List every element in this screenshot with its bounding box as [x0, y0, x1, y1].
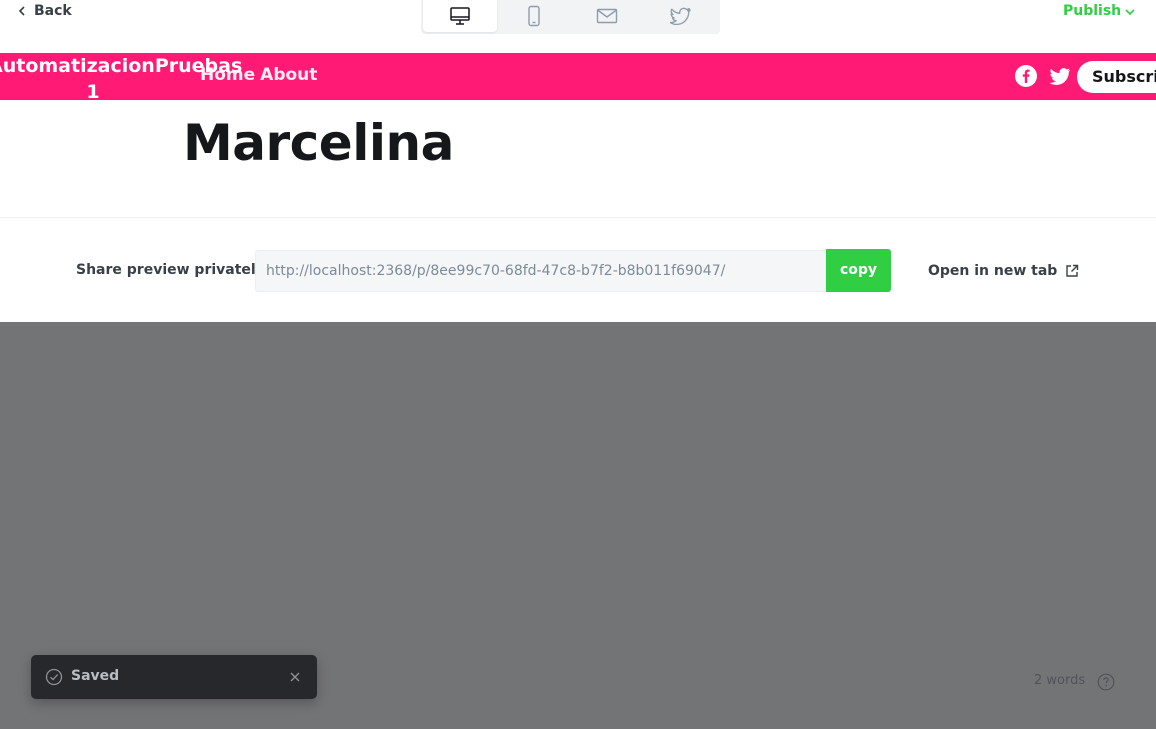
facebook-icon[interactable] — [1015, 65, 1037, 87]
preview-url-field[interactable]: http://localhost:2368/p/8ee99c70-68fd-47… — [255, 250, 827, 292]
nav-about[interactable]: About — [260, 65, 317, 85]
close-icon[interactable] — [288, 670, 302, 684]
device-tabs — [421, 0, 720, 34]
tab-desktop[interactable] — [423, 0, 497, 32]
word-count: 2 words — [1034, 673, 1086, 688]
mail-icon — [597, 8, 618, 24]
subscribe-button[interactable]: Subscribe — [1077, 61, 1156, 93]
chevron-down-icon — [1125, 8, 1135, 15]
share-preview-row: Share preview privately http://localhost… — [0, 219, 1156, 322]
twitter-icon[interactable] — [1049, 65, 1071, 87]
mobile-icon — [527, 5, 540, 27]
preview-toolbar: Back Publish — [0, 0, 1156, 53]
publish-button[interactable]: Publish — [1063, 3, 1135, 19]
nav-home[interactable]: Home — [200, 65, 255, 85]
share-preview-label: Share preview privately — [76, 262, 265, 278]
post-preview: Marcelina — [0, 100, 1156, 218]
site-header: AutomatizacionPruebas 1 Home About Subsc… — [0, 53, 1156, 100]
tab-twitter[interactable] — [644, 0, 718, 32]
external-link-icon — [1066, 264, 1079, 277]
open-in-new-tab-label: Open in new tab — [928, 263, 1058, 279]
back-button[interactable]: Back — [18, 3, 72, 19]
open-in-new-tab-link[interactable]: Open in new tab — [928, 263, 1079, 279]
site-title[interactable]: AutomatizacionPruebas 1 — [0, 53, 242, 100]
copy-button[interactable]: copy — [826, 249, 891, 292]
tab-mobile[interactable] — [497, 0, 571, 32]
back-label: Back — [34, 3, 72, 19]
desktop-icon — [450, 7, 470, 25]
help-icon[interactable] — [1097, 673, 1115, 691]
site-nav: Home About — [200, 65, 317, 85]
saved-toast: Saved — [31, 655, 317, 699]
publish-label: Publish — [1063, 3, 1122, 19]
chevron-left-icon — [18, 6, 25, 16]
toast-message: Saved — [71, 668, 120, 684]
check-circle-icon — [45, 668, 63, 686]
post-title: Marcelina — [183, 114, 454, 172]
twitter-icon — [670, 7, 691, 26]
tab-email[interactable] — [571, 0, 645, 32]
